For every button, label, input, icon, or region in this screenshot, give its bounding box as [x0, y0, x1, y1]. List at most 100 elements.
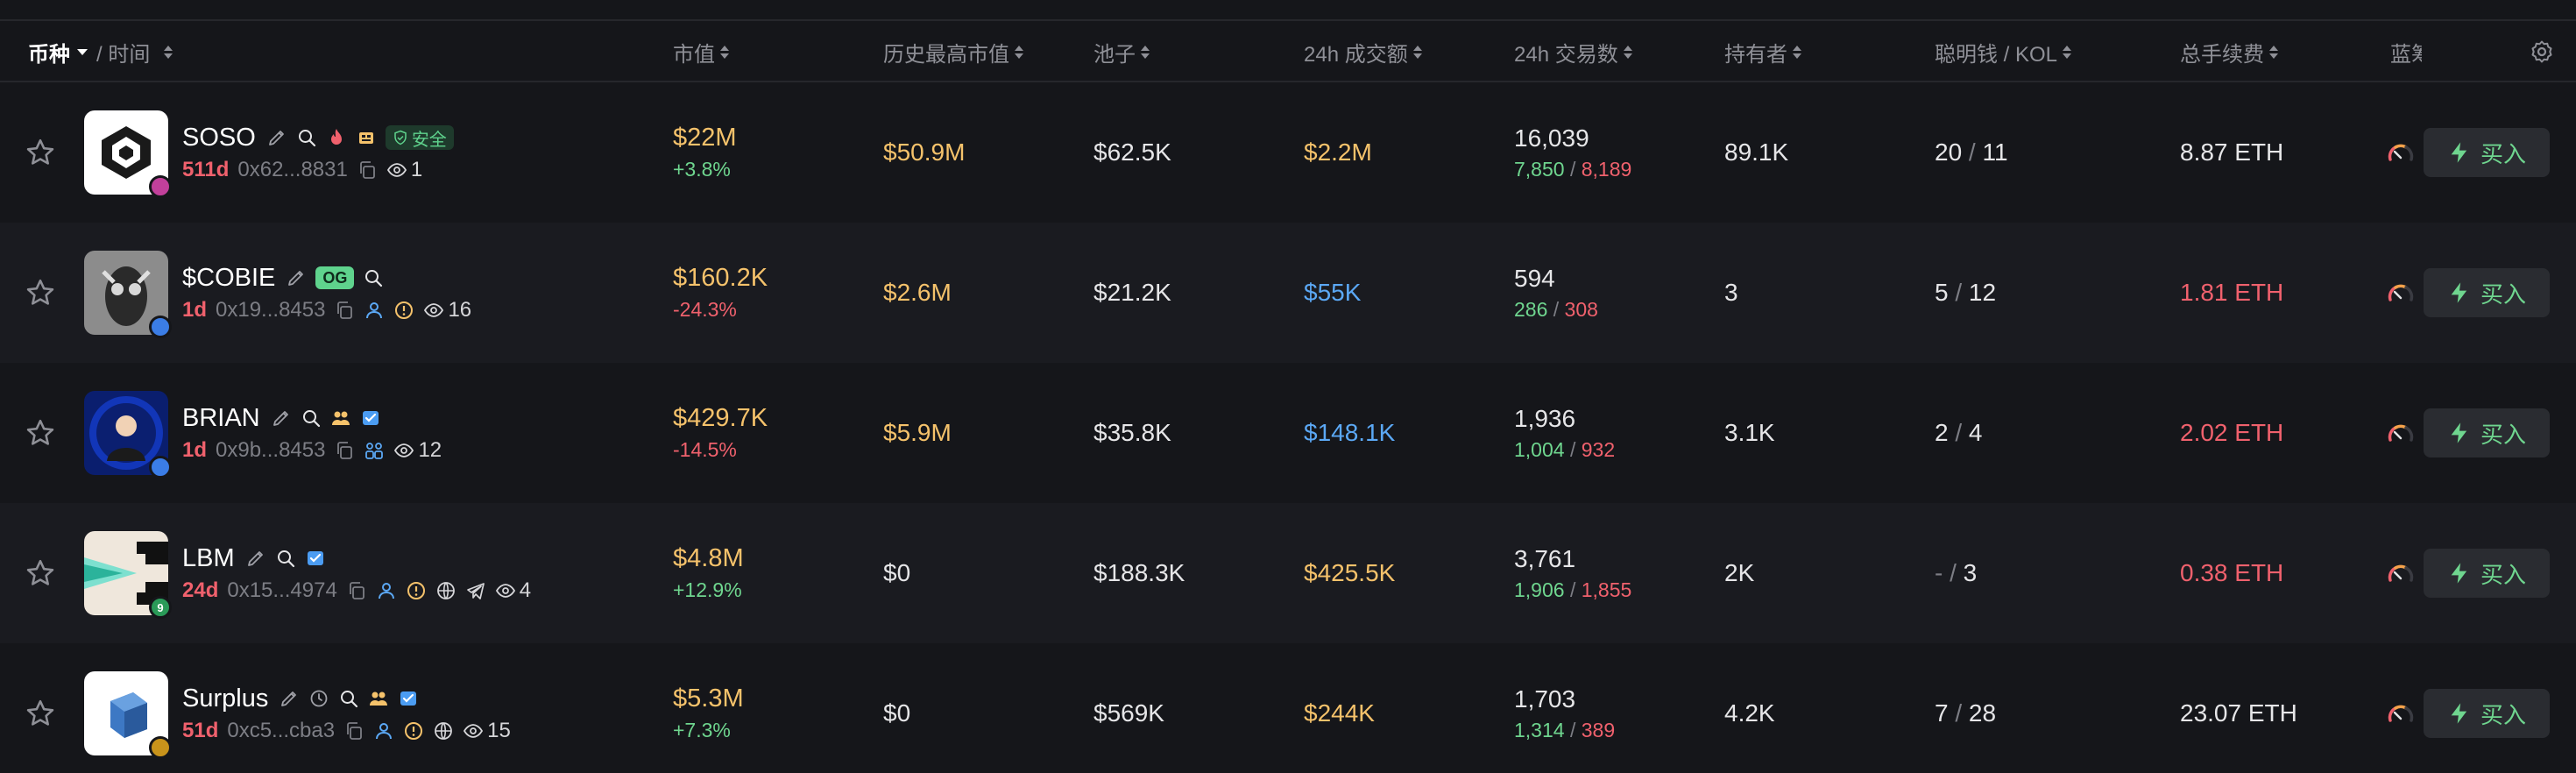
copy-icon[interactable] [346, 580, 367, 601]
search-icon[interactable] [296, 127, 317, 148]
buy-button-label[interactable]: 买入 [2480, 277, 2526, 309]
header-volume[interactable]: 24h 成交额 [1304, 21, 1422, 82]
search-icon[interactable] [338, 688, 359, 709]
sort-icon[interactable] [2269, 45, 2278, 59]
table-row[interactable]: SOSO 安全 511d 0x62...8831 1 $22M +3.8% $5… [0, 82, 2576, 223]
header-market-cap[interactable]: 市值 [673, 21, 729, 82]
sort-icon[interactable] [1141, 45, 1150, 59]
token-logo[interactable] [84, 110, 172, 198]
header-ath-mc-label[interactable]: 历史最高市值 [883, 37, 1009, 67]
copy-icon[interactable] [334, 440, 355, 461]
token-logo[interactable]: 9 [84, 531, 172, 619]
header-time-label[interactable]: / 时间 [96, 37, 150, 67]
header-coin[interactable]: 币种 / 时间 [28, 21, 173, 82]
token-address[interactable]: 0x62...8831 [237, 158, 347, 182]
sort-icon[interactable] [1623, 45, 1632, 59]
token-symbol[interactable]: $COBIE [182, 264, 275, 293]
sort-icon[interactable] [2063, 45, 2072, 59]
header-total-fee[interactable]: 总手续费 [2180, 21, 2278, 82]
search-icon[interactable] [275, 548, 296, 569]
market-cap-cell: $4.8M +12.9% [673, 503, 744, 643]
star-icon[interactable] [25, 417, 56, 449]
tx-total: 1,703 [1514, 684, 1576, 713]
table-row[interactable]: 9 LBM 24d 0x15...4974 4 $4.8M +12.9% $0 … [0, 503, 2576, 643]
search-icon[interactable] [363, 267, 384, 288]
buy-button-label[interactable]: 买入 [2480, 417, 2526, 450]
tx-total: 3,761 [1514, 544, 1576, 572]
copy-icon[interactable] [357, 160, 378, 181]
volume-value: $55K [1304, 279, 1362, 306]
header-holders[interactable]: 持有者 [1724, 21, 1801, 82]
edit-icon[interactable] [266, 127, 287, 148]
edit-icon[interactable] [245, 548, 266, 569]
copy-icon[interactable] [343, 720, 364, 741]
buy-button[interactable]: 买入 [2424, 408, 2550, 457]
table-row[interactable]: Surplus 51d 0xc5...cba3 15 $5.3M +7.3% $… [0, 643, 2576, 773]
market-cap-change: +12.9% [673, 578, 742, 601]
header-pool-label[interactable]: 池子 [1093, 37, 1136, 67]
users-icon[interactable] [364, 440, 385, 461]
star-icon[interactable] [25, 557, 56, 589]
token-symbol[interactable]: SOSO [182, 124, 256, 152]
sort-icon[interactable] [1015, 45, 1023, 59]
token-address[interactable]: 0xc5...cba3 [227, 719, 335, 743]
header-ath-mc[interactable]: 历史最高市值 [883, 21, 1023, 82]
buy-button-label[interactable]: 买入 [2480, 137, 2526, 169]
user-icon[interactable] [364, 300, 385, 321]
edit-icon[interactable] [279, 688, 300, 709]
edit-icon[interactable] [286, 267, 307, 288]
token-address[interactable]: 0x9b...8453 [216, 438, 325, 463]
sort-icon[interactable] [1412, 45, 1422, 59]
sort-icon[interactable] [720, 45, 729, 59]
token-symbol[interactable]: BRIAN [182, 404, 260, 433]
header-market-cap-label[interactable]: 市值 [673, 37, 715, 67]
sort-icon[interactable] [1793, 45, 1801, 59]
header-coin-label[interactable]: 币种 [28, 37, 70, 67]
header-volume-label[interactable]: 24h 成交额 [1304, 37, 1408, 67]
star-icon[interactable] [25, 277, 56, 308]
token-symbol[interactable]: LBM [182, 544, 235, 573]
tx-separator: / [1564, 718, 1582, 741]
chevron-down-icon[interactable] [77, 48, 88, 55]
globe-icon[interactable] [433, 720, 454, 741]
header-total-fee-label[interactable]: 总手续费 [2180, 37, 2264, 67]
buy-button[interactable]: 买入 [2424, 689, 2550, 738]
ath-mc-value: $5.9M [883, 419, 952, 446]
star-icon[interactable] [25, 698, 56, 729]
token-address[interactable]: 0x19...8453 [216, 298, 325, 323]
token-logo[interactable] [84, 251, 172, 338]
buy-button-label[interactable]: 买入 [2480, 698, 2526, 730]
sort-icon[interactable] [164, 45, 173, 59]
star-icon[interactable] [25, 137, 56, 168]
table-row[interactable]: $COBIE OG 1d 0x19...8453 16 $160.2K -24.… [0, 223, 2576, 363]
header-smart-kol-label[interactable]: 聪明钱 / KOL [1935, 37, 2057, 67]
header-tx[interactable]: 24h 交易数 [1514, 21, 1632, 82]
header-bluechip-label[interactable]: 蓝筹 [2390, 37, 2422, 67]
header-pool[interactable]: 池子 [1093, 21, 1150, 82]
header-bluechip[interactable]: 蓝筹 [2387, 21, 2422, 82]
user-icon[interactable] [373, 720, 394, 741]
buy-button[interactable]: 买入 [2424, 128, 2550, 177]
table-row[interactable]: BRIAN 1d 0x9b...8453 12 $429.7K -14.5% $… [0, 363, 2576, 503]
token-address[interactable]: 0x15...4974 [227, 578, 336, 603]
header-smart-kol[interactable]: 聪明钱 / KOL [1935, 21, 2072, 82]
token-logo[interactable] [84, 671, 172, 759]
edit-icon[interactable] [271, 408, 292, 429]
buy-button-label[interactable]: 买入 [2480, 557, 2526, 590]
search-icon[interactable] [301, 408, 322, 429]
pool-cell: $569K [1093, 643, 1164, 773]
volume-value: $244K [1304, 699, 1375, 727]
header-tx-label[interactable]: 24h 交易数 [1514, 37, 1618, 67]
header-holders-label[interactable]: 持有者 [1724, 37, 1787, 67]
pool-cell: $188.3K [1093, 503, 1185, 643]
user-icon[interactable] [376, 580, 397, 601]
gear-icon[interactable] [2529, 39, 2555, 65]
buy-button[interactable]: 买入 [2424, 549, 2550, 598]
token-logo[interactable] [84, 391, 172, 479]
watchers-count: 16 [448, 298, 472, 322]
buy-button[interactable]: 买入 [2424, 268, 2550, 317]
globe-icon[interactable] [435, 580, 456, 601]
telegram-icon[interactable] [465, 580, 486, 601]
token-symbol[interactable]: Surplus [182, 684, 268, 713]
copy-icon[interactable] [334, 300, 355, 321]
